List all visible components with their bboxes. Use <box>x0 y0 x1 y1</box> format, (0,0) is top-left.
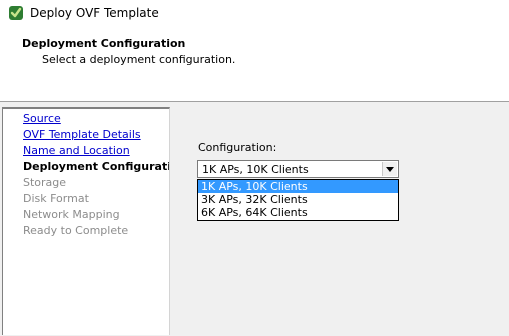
step-deployment-configuration: Deployment Configuration <box>23 160 169 173</box>
step-storage: Storage <box>23 176 67 189</box>
title-bar: Deploy OVF Template <box>0 0 509 28</box>
configuration-label: Configuration: <box>198 141 277 154</box>
configuration-option-3k[interactable]: 3K APs, 32K Clients <box>198 193 398 206</box>
window-title: Deploy OVF Template <box>30 6 159 20</box>
step-ready-to-complete: Ready to Complete <box>23 224 129 237</box>
step-network-mapping: Network Mapping <box>23 208 120 221</box>
configuration-option-1k[interactable]: 1K APs, 10K Clients <box>198 180 398 193</box>
page-subtitle: Select a deployment configuration. <box>42 53 236 66</box>
configuration-option-6k[interactable]: 6K APs, 64K Clients <box>198 206 398 219</box>
chevron-down-icon[interactable] <box>382 162 397 176</box>
step-ovf-template-details[interactable]: OVF Template Details <box>23 128 141 141</box>
configuration-selected-value: 1K APs, 10K Clients <box>202 163 309 176</box>
step-disk-format: Disk Format <box>23 192 89 205</box>
steps-panel: Source OVF Template Details Name and Loc… <box>2 107 170 335</box>
wizard-header: Deployment Configuration Select a deploy… <box>0 28 509 101</box>
page-title: Deployment Configuration <box>22 37 186 50</box>
configuration-select[interactable]: 1K APs, 10K Clients <box>197 160 399 178</box>
step-name-and-location[interactable]: Name and Location <box>23 144 130 157</box>
vsphere-logo-icon <box>9 6 23 20</box>
configuration-dropdown-list: 1K APs, 10K Clients 3K APs, 32K Clients … <box>197 179 399 221</box>
step-source[interactable]: Source <box>23 112 61 125</box>
